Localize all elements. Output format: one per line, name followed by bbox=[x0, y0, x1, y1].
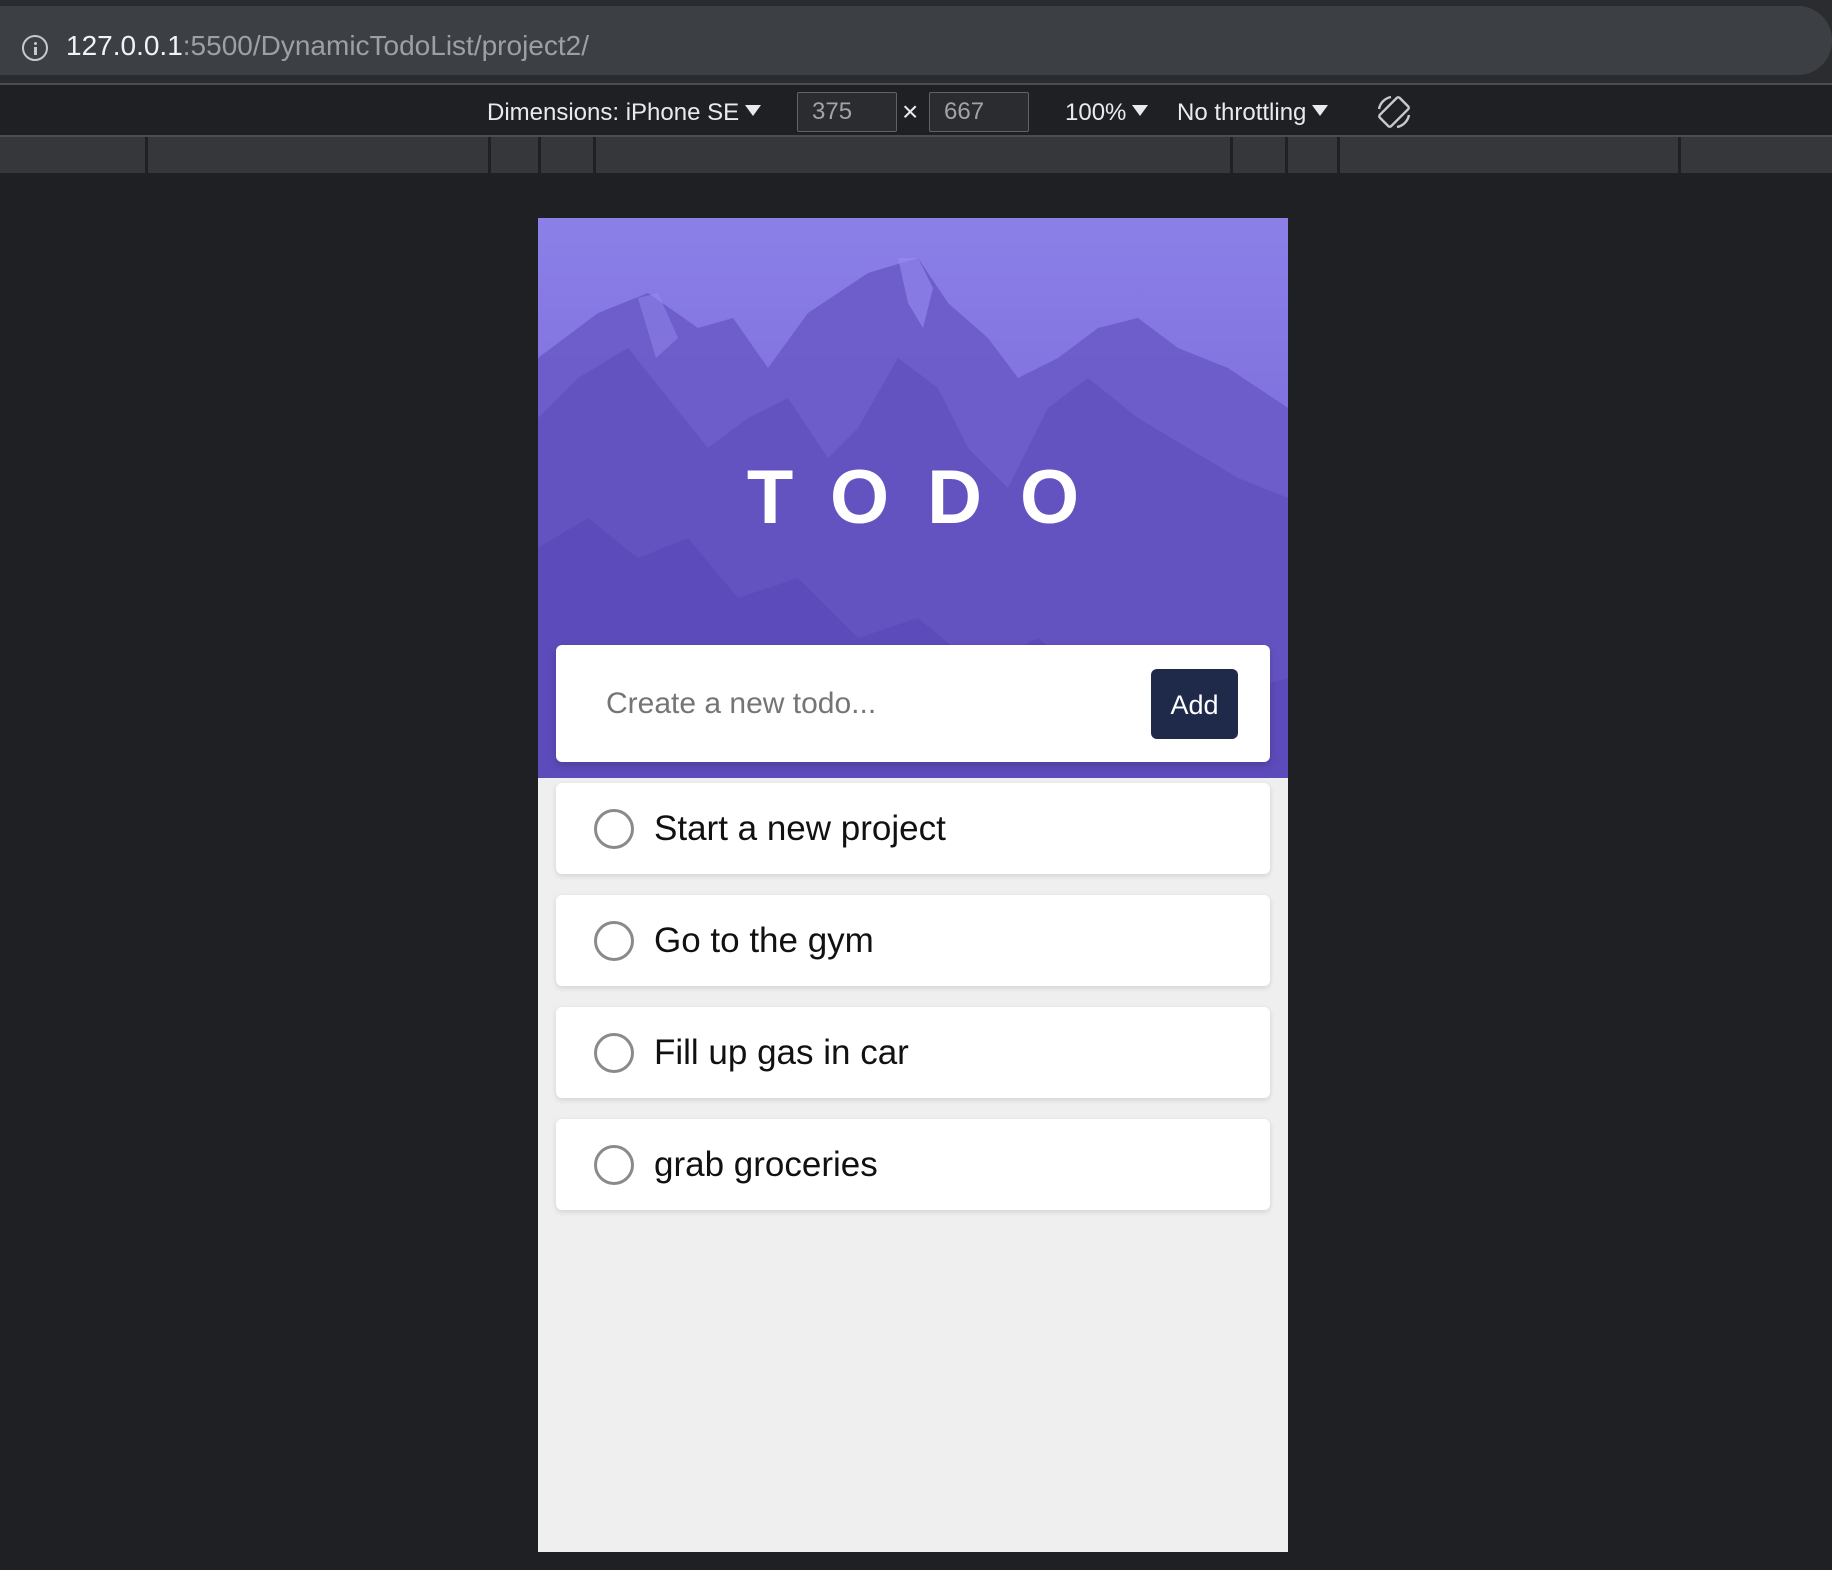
rotate-icon[interactable] bbox=[1375, 93, 1413, 131]
new-todo-input[interactable] bbox=[586, 675, 1126, 732]
todo-list: Start a new project Go to the gym Fill u… bbox=[556, 783, 1270, 1231]
todo-text: Fill up gas in car bbox=[654, 1033, 909, 1072]
ruler-divider bbox=[593, 137, 596, 173]
zoom-select-label: 100% bbox=[1065, 99, 1127, 126]
ruler-divider bbox=[1230, 137, 1233, 173]
todo-item[interactable]: Fill up gas in car bbox=[556, 1007, 1270, 1098]
ruler-divider bbox=[145, 137, 148, 173]
todo-text: Start a new project bbox=[654, 809, 946, 848]
height-input[interactable] bbox=[929, 92, 1029, 132]
checkbox-circle-icon[interactable] bbox=[594, 809, 634, 849]
ruler-divider bbox=[1678, 137, 1681, 173]
ruler-divider bbox=[1285, 137, 1288, 173]
todo-item[interactable]: Start a new project bbox=[556, 783, 1270, 874]
chevron-down-icon bbox=[1132, 105, 1149, 116]
checkbox-circle-icon[interactable] bbox=[594, 1033, 634, 1073]
device-viewport: TODO Add Start a new project Go to the g… bbox=[538, 218, 1288, 1552]
add-button[interactable]: Add bbox=[1151, 669, 1238, 739]
checkbox-circle-icon[interactable] bbox=[594, 1145, 634, 1185]
url-path: :5500/DynamicTodoList/project2/ bbox=[182, 30, 589, 61]
todo-item[interactable]: grab groceries bbox=[556, 1119, 1270, 1210]
media-query-ruler[interactable] bbox=[0, 137, 1832, 173]
width-input[interactable] bbox=[797, 92, 897, 132]
times-icon: × bbox=[902, 96, 919, 127]
site-info-icon[interactable] bbox=[22, 35, 48, 61]
checkbox-circle-icon[interactable] bbox=[594, 921, 634, 961]
url-text[interactable]: 127.0.0.1:5500/DynamicTodoList/project2/ bbox=[66, 26, 589, 66]
ruler-divider bbox=[488, 137, 491, 173]
chevron-down-icon bbox=[1312, 105, 1329, 116]
address-bar[interactable]: 127.0.0.1:5500/DynamicTodoList/project2/ bbox=[0, 6, 1832, 75]
device-select[interactable]: Dimensions: iPhone SE bbox=[487, 99, 762, 127]
todo-text: grab groceries bbox=[654, 1145, 878, 1184]
new-todo-form: Add bbox=[556, 645, 1270, 762]
app-title: TODO bbox=[746, 455, 1118, 540]
todo-text: Go to the gym bbox=[654, 921, 874, 960]
chevron-down-icon bbox=[745, 105, 762, 116]
ruler-divider bbox=[538, 137, 541, 173]
ruler-divider bbox=[1337, 137, 1340, 173]
device-select-label: Dimensions: iPhone SE bbox=[487, 99, 740, 126]
zoom-select[interactable]: 100% bbox=[1065, 99, 1149, 127]
browser-address-strip: 127.0.0.1:5500/DynamicTodoList/project2/ bbox=[0, 0, 1832, 83]
throttling-select-label: No throttling bbox=[1177, 99, 1307, 126]
todo-item[interactable]: Go to the gym bbox=[556, 895, 1270, 986]
url-host: 127.0.0.1 bbox=[66, 30, 183, 61]
throttling-select[interactable]: No throttling bbox=[1177, 99, 1329, 127]
device-toolbar: Dimensions: iPhone SE × 100% No throttli… bbox=[0, 83, 1832, 137]
